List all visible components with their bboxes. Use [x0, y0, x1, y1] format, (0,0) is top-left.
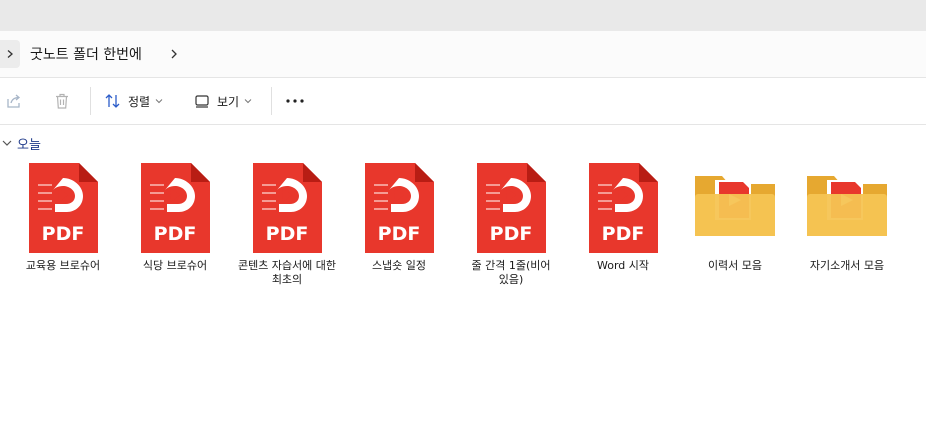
file-name: Word 시작 [596, 259, 649, 272]
svg-text:PDF: PDF [266, 223, 309, 245]
toolbar-separator [271, 87, 272, 115]
pdf-file-icon: PDF [29, 163, 98, 253]
view-label: 보기 [217, 94, 240, 109]
address-bar[interactable]: 굿노트 폴더 한번에 [0, 31, 926, 78]
folder-item[interactable]: 이력서 모음 [683, 160, 787, 273]
trash-icon [56, 93, 68, 109]
file-item-pdf[interactable]: PDF 스냅숏 일정 [347, 160, 451, 273]
group-header-today[interactable]: 오늘 [0, 133, 41, 153]
breadcrumb-chevron-icon[interactable] [166, 46, 182, 62]
pdf-file-icon: PDF [365, 163, 434, 253]
file-name: 교육용 브로슈어 [25, 259, 101, 272]
chevron-down-icon [2, 140, 12, 146]
pdf-file-icon: PDF [141, 163, 210, 253]
pdf-file-icon: PDF [589, 163, 658, 253]
view-button[interactable]: 보기 [193, 78, 252, 124]
breadcrumb-folder-name[interactable]: 굿노트 폴더 한번에 [30, 44, 142, 64]
more-icon [286, 99, 304, 103]
svg-text:PDF: PDF [378, 223, 421, 245]
folder-name: 이력서 모음 [707, 259, 763, 272]
svg-text:PDF: PDF [42, 223, 85, 245]
more-options-button[interactable] [284, 78, 306, 124]
file-name: 식당 브로슈어 [142, 259, 208, 272]
file-item-pdf[interactable]: PDF 식당 브로슈어 [123, 160, 227, 273]
file-name: 줄 간격 1줄(비어 있음) [471, 259, 551, 286]
folder-item[interactable]: 자기소개서 모음 [795, 160, 899, 273]
window-title-bar [0, 0, 926, 31]
file-item-pdf[interactable]: PDF 교육용 브로슈어 [11, 160, 115, 273]
group-label: 오늘 [17, 137, 41, 153]
breadcrumb-expand-button[interactable] [0, 40, 20, 68]
delete-button[interactable] [53, 78, 71, 124]
svg-text:PDF: PDF [490, 223, 533, 245]
file-name: 콘텐츠 자습서에 대한 최초의 [237, 259, 337, 286]
file-name: 스냅숏 일정 [371, 259, 427, 272]
pdf-file-icon: PDF [477, 163, 546, 253]
pdf-file-icon: PDF [253, 163, 322, 253]
share-icon [7, 94, 21, 108]
command-bar: 정렬 보기 [0, 78, 926, 125]
share-button[interactable] [5, 78, 23, 124]
view-icon [195, 95, 209, 108]
folder-icon [695, 176, 775, 236]
chevron-down-icon [155, 99, 163, 104]
sort-icon [105, 94, 120, 108]
sort-label: 정렬 [128, 94, 151, 109]
chevron-right-icon [7, 50, 13, 58]
svg-text:PDF: PDF [154, 223, 197, 245]
svg-text:PDF: PDF [602, 223, 645, 245]
folder-icon [807, 176, 887, 236]
toolbar-separator [90, 87, 91, 115]
file-item-pdf[interactable]: PDF 콘텐츠 자습서에 대한 최초의 [235, 160, 339, 287]
chevron-down-icon [244, 99, 252, 104]
sort-button[interactable]: 정렬 [104, 78, 163, 124]
file-item-pdf[interactable]: PDF 줄 간격 1줄(비어 있음) [459, 160, 563, 287]
folder-name: 자기소개서 모음 [809, 259, 885, 272]
file-item-pdf[interactable]: PDF Word 시작 [571, 160, 675, 273]
